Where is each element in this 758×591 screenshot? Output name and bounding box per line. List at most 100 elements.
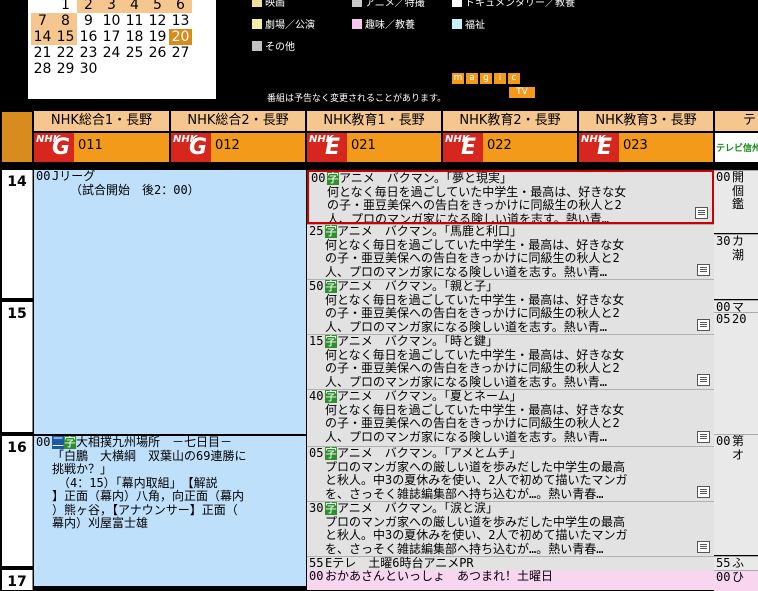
caption-badge: 字 <box>325 334 338 348</box>
nhk-logo-icon: NHK E <box>307 133 347 162</box>
calendar-day[interactable]: 21 <box>31 45 54 61</box>
detail-icon[interactable] <box>697 264 710 276</box>
calendar-day[interactable]: 22 <box>54 45 77 61</box>
channel-logo[interactable]: NHK G 011 <box>34 133 169 162</box>
calendar-day[interactable]: 14 <box>31 29 54 45</box>
calendar-day[interactable]: 23 <box>77 45 100 61</box>
calendar-day[interactable]: 6 <box>169 0 192 13</box>
program-minute: 40 <box>309 389 324 403</box>
program-line: マ <box>732 300 745 312</box>
channel-number: 023 <box>623 138 648 153</box>
program-line: 20 <box>732 312 747 326</box>
calendar-day[interactable]: 11 <box>123 13 146 29</box>
program-cell[interactable]: 00 Jリーグ （試合開始 後2：00） <box>34 170 306 434</box>
calendar-day[interactable]: 13 <box>169 13 192 29</box>
program-title: おかあさんといっしょ あつまれ！土曜日 <box>325 570 554 583</box>
calendar-day[interactable]: 26 <box>146 45 169 61</box>
channel-name[interactable]: NHK総合1・長野 <box>34 111 169 131</box>
channel-name[interactable]: NHK教育2・長野 <box>443 111 577 131</box>
channel-logo[interactable]: NHK E 023 <box>579 133 713 162</box>
program-desc-line: を、さっそく雑誌編集部へ持ち込むが…。熱い青春… <box>325 541 604 556</box>
program-cell[interactable]: 00 おかあさんといっしょ あつまれ！土曜日 <box>307 570 714 590</box>
program-desc-line: 人、プロのマンガ家になる険しい道を志す。熱い青… <box>325 264 608 279</box>
program-cell[interactable]: 15 字アニメ バクマン。「時と鍵」 何となく毎日を過ごしていた中学生・最高は、好き… <box>307 334 714 389</box>
program-desc-line: 人、プロのマンガ家になる険しい道を志す。熱い青… <box>327 211 610 224</box>
calendar-day[interactable]: 19 <box>146 29 169 45</box>
channel-logo[interactable]: NHK E 021 <box>307 133 441 162</box>
caption-badge: 字 <box>325 389 338 403</box>
calendar-day[interactable]: 15 <box>54 29 77 45</box>
program-desc-line: 何となく毎日を過ごしていた中学生・最高は、好きな女 <box>325 292 625 307</box>
program-minute: 55 <box>716 556 731 570</box>
channel-number: 022 <box>487 138 512 153</box>
program-cell[interactable]: 00 ひ <box>714 570 758 591</box>
channel-logo[interactable]: NHK G 012 <box>171 133 305 162</box>
calendar-day[interactable]: 16 <box>77 29 100 45</box>
calendar-day[interactable]: 29 <box>54 61 77 77</box>
calendar-day[interactable]: 20 <box>169 29 192 45</box>
calendar-day[interactable]: 17 <box>100 29 123 45</box>
channel-name[interactable]: NHK教育3・長野 <box>579 111 713 131</box>
detail-icon[interactable] <box>697 431 710 443</box>
channel-name[interactable]: NHK総合2・長野 <box>171 111 305 131</box>
program-cell-selected[interactable]: 00 字アニメ バクマン。「夢と現実」 何となく毎日を過ごしていた中学生・最高は、好… <box>307 170 714 224</box>
calendar-day[interactable]: 27 <box>169 45 192 61</box>
program-cell[interactable]: 05 字アニメ バクマン。「アメとムチ」 プロのマンガ家への厳しい道を歩みだした中学… <box>307 446 714 501</box>
program-cell[interactable]: 30 カ潮 <box>714 234 758 299</box>
program-cell[interactable]: 00 マ <box>714 300 758 312</box>
channel-logo[interactable]: テレビ信州 <box>715 133 758 162</box>
program-cell[interactable]: 00 開個鑑 <box>714 170 758 233</box>
calendar-day[interactable]: 7 <box>31 13 54 29</box>
program-line: 挑戦か？」 <box>52 462 113 476</box>
program-cell[interactable]: 55 Eテレ 土曜6時台アニメPR <box>307 556 714 570</box>
program-line: 】正面（幕内）八角，向正面（幕内 <box>52 489 245 503</box>
program-cell[interactable]: 00 第オ <box>714 434 758 555</box>
channel-logo[interactable]: NHK E 022 <box>443 133 577 162</box>
detail-icon[interactable] <box>697 486 710 498</box>
program-cell[interactable]: 40 字アニメ バクマン。「夏とネーム」 何となく毎日を過ごしていた中学生・最高は、… <box>307 389 714 446</box>
program-title: アニメ バクマン。「アメとムチ」 <box>337 446 522 460</box>
program-text: 字アニメ バクマン。「夢と現実」 何となく毎日を過ごしていた中学生・最高は、好きな… <box>327 172 710 224</box>
detail-icon[interactable] <box>697 541 710 553</box>
calendar-day[interactable]: 3 <box>100 0 123 13</box>
hour-label: 17 <box>7 574 27 590</box>
calendar-day[interactable]: 18 <box>123 29 146 45</box>
detail-icon[interactable] <box>695 207 708 219</box>
calendar-day[interactable]: 25 <box>123 45 146 61</box>
detail-icon[interactable] <box>697 319 710 331</box>
calendar-day[interactable]: 12 <box>146 13 169 29</box>
calendar-day[interactable]: 28 <box>31 61 54 77</box>
calendar-day[interactable]: 5 <box>146 0 169 13</box>
calendar-day[interactable]: 1 <box>54 0 77 13</box>
program-line: 幕内）刈屋富士雄 <box>52 516 149 530</box>
program-cell[interactable]: 50 字アニメ バクマン。「親と子」 何となく毎日を過ごしていた中学生・最高は、好き… <box>307 279 714 334</box>
program-line: （試合開始 後2：00） <box>52 182 200 197</box>
program-cell[interactable]: 00 二字大相撲九州場所 －七日目－ 「白鵬 大横綱 双葉山の69連勝に 挑戦か？」 … <box>34 436 306 586</box>
channel-name[interactable]: NHK教育1・長野 <box>307 111 441 131</box>
program-minute: 00 <box>36 170 51 183</box>
program-desc-line: と秋人。中3の夏休みを使い、2人で初めて描いたマンガ <box>325 473 628 487</box>
program-text: Eテレ 土曜6時台アニメPR <box>325 557 712 570</box>
calendar-day[interactable]: 4 <box>123 0 146 13</box>
hour-cell: 14 <box>2 170 33 298</box>
program-cell[interactable]: 05 20 <box>714 312 758 435</box>
program-cell[interactable]: 25 字アニメ バクマン。「馬鹿と利口」 何となく毎日を過ごしていた中学生・最高は、… <box>307 224 714 279</box>
program-cell[interactable]: 55 ふ <box>714 556 758 571</box>
calendar-day[interactable]: 10 <box>100 13 123 29</box>
calendar-day[interactable]: 2 <box>77 0 100 13</box>
program-cell[interactable]: 30 字アニメ バクマン。「涙と涙」 プロのマンガ家への厳しい道を歩みだした中学生の… <box>307 501 714 556</box>
detail-icon[interactable] <box>697 374 710 386</box>
calendar-day[interactable]: 9 <box>77 13 100 29</box>
hour-label: 15 <box>7 306 27 322</box>
program-desc-line: 何となく毎日を過ごしていた中学生・最高は、好きな女 <box>327 184 627 199</box>
legend-swatch-icon <box>252 41 262 51</box>
channel-name[interactable]: テレ <box>715 111 758 131</box>
program-text: おかあさんといっしょ あつまれ！土曜日 <box>325 570 712 584</box>
calendar-day[interactable]: 30 <box>77 61 100 77</box>
magic-letter: a <box>466 73 478 84</box>
calendar-day[interactable]: 24 <box>100 45 123 61</box>
program-text: 字アニメ バクマン。「時と鍵」 何となく毎日を過ごしていた中学生・最高は、好きな女… <box>325 335 712 389</box>
calendar-day[interactable]: 8 <box>54 13 77 29</box>
program-title: Eテレ 土曜6時台アニメPR <box>325 556 474 570</box>
calendar: 1 2 3 4 5 6 7 8 9 10 11 12 13 14 15 16 17 18 19 20 21 22 23 24 2… <box>28 0 216 99</box>
